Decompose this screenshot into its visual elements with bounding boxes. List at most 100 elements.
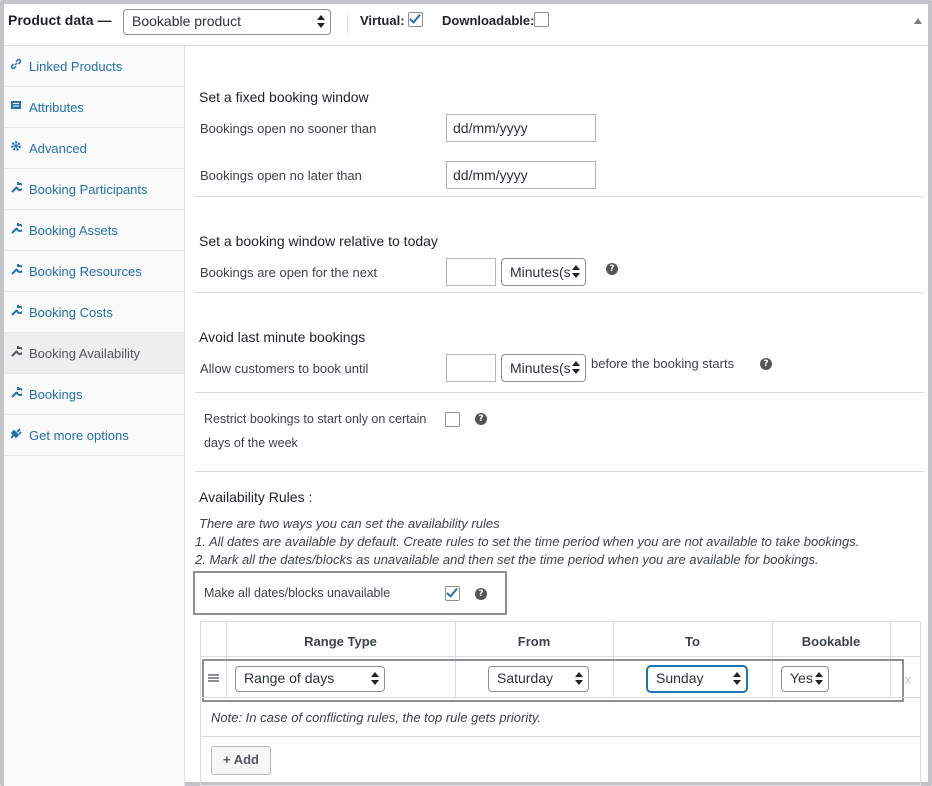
select-arrows-icon bbox=[572, 263, 580, 281]
column-header-from: From bbox=[517, 634, 551, 649]
select-arrows-icon bbox=[371, 670, 379, 688]
from-day-select[interactable]: Saturday bbox=[488, 666, 589, 692]
last-minute-unit-select[interactable]: Minutes(s bbox=[501, 354, 586, 382]
checkmark-icon bbox=[446, 585, 458, 598]
restrict-days-checkbox[interactable] bbox=[445, 412, 460, 427]
range-type-value: Range of days bbox=[244, 670, 335, 686]
wrench-icon bbox=[10, 263, 24, 275]
wrench-icon bbox=[10, 304, 24, 316]
to-day-value: Sunday bbox=[656, 670, 704, 686]
last-minute-value-input[interactable] bbox=[446, 354, 496, 382]
sidebar-item-booking-resources[interactable]: Booking Resources bbox=[4, 251, 184, 292]
restrict-days-label-line1: Restrict bookings to start only on certa… bbox=[204, 412, 427, 426]
no-sooner-placeholder: dd/mm/yyyy bbox=[453, 120, 528, 136]
downloadable-checkbox[interactable] bbox=[534, 12, 549, 27]
virtual-checkbox[interactable] bbox=[408, 11, 423, 27]
sidebar-item-linked-products[interactable]: Linked Products bbox=[4, 46, 184, 87]
relative-window-unit: Minutes(s bbox=[510, 264, 571, 280]
collapse-arrow-icon[interactable] bbox=[914, 18, 922, 24]
sidebar-item-label: Linked Products bbox=[29, 59, 123, 74]
sidebar-item-label: Bookings bbox=[29, 387, 83, 402]
no-later-date-input[interactable]: dd/mm/yyyy bbox=[446, 161, 596, 189]
from-day-value: Saturday bbox=[497, 670, 554, 686]
list-icon bbox=[10, 99, 22, 111]
table-header-divider bbox=[200, 656, 921, 657]
sidebar-item-advanced[interactable]: Advanced bbox=[4, 128, 184, 169]
product-type-select[interactable]: Bookable product bbox=[123, 9, 331, 35]
product-data-tabs: Linked Products Attributes Advanced Book… bbox=[4, 46, 185, 786]
availability-rule-1: 1. All dates are available by default. C… bbox=[195, 534, 860, 549]
sidebar-item-label: Booking Availability bbox=[29, 346, 141, 361]
last-minute-label: Allow customers to book until bbox=[200, 361, 369, 376]
product-type-value: Bookable product bbox=[132, 13, 241, 29]
help-icon[interactable]: ? bbox=[475, 588, 487, 600]
wrench-icon bbox=[10, 345, 24, 357]
gear-icon bbox=[10, 140, 22, 152]
section-divider bbox=[195, 392, 924, 393]
row-divider bbox=[200, 697, 921, 698]
no-later-placeholder: dd/mm/yyyy bbox=[453, 167, 528, 183]
range-type-select[interactable]: Range of days bbox=[235, 666, 385, 692]
checkmark-icon bbox=[409, 11, 421, 24]
select-arrows-icon bbox=[317, 13, 325, 31]
booking-availability-panel: Set a fixed booking window Bookings open… bbox=[185, 46, 928, 786]
sidebar-item-label: Get more options bbox=[29, 428, 129, 443]
availability-rules-title: Availability Rules : bbox=[199, 489, 313, 505]
section-divider bbox=[195, 471, 924, 472]
column-header-to: To bbox=[685, 634, 700, 649]
downloadable-label: Downloadable: bbox=[442, 13, 535, 28]
select-arrows-icon bbox=[575, 670, 583, 688]
restrict-days-label-line2: days of the week bbox=[204, 436, 298, 450]
sidebar-item-booking-costs[interactable]: Booking Costs bbox=[4, 292, 184, 333]
sidebar-item-attributes[interactable]: Attributes bbox=[4, 87, 184, 128]
section-divider bbox=[195, 292, 924, 293]
help-icon[interactable]: ? bbox=[475, 413, 487, 425]
bookable-select[interactable]: Yes bbox=[781, 666, 829, 692]
sidebar-item-label: Attributes bbox=[29, 100, 84, 115]
no-sooner-label: Bookings open no sooner than bbox=[200, 121, 377, 136]
relative-window-value-input[interactable] bbox=[446, 258, 496, 286]
add-rule-button[interactable]: + Add bbox=[211, 746, 271, 775]
fixed-window-title: Set a fixed booking window bbox=[199, 89, 369, 105]
section-divider bbox=[195, 196, 924, 197]
make-unavailable-label: Make all dates/blocks unavailable bbox=[204, 586, 391, 600]
no-sooner-date-input[interactable]: dd/mm/yyyy bbox=[446, 114, 596, 142]
remove-row-button[interactable]: x bbox=[905, 672, 912, 687]
header-divider bbox=[347, 15, 348, 33]
conflict-note: Note: In case of conflicting rules, the … bbox=[211, 710, 541, 725]
sidebar-item-booking-participants[interactable]: Booking Participants bbox=[4, 169, 184, 210]
wrench-icon bbox=[10, 222, 24, 234]
virtual-label: Virtual: bbox=[360, 13, 405, 28]
sidebar-item-booking-assets[interactable]: Booking Assets bbox=[4, 210, 184, 251]
sidebar-item-label: Booking Costs bbox=[29, 305, 113, 320]
product-data-panel: Product data — Bookable product Virtual:… bbox=[0, 0, 932, 786]
last-minute-unit: Minutes(s bbox=[510, 360, 571, 376]
availability-intro: There are two ways you can set the avail… bbox=[199, 516, 500, 531]
sidebar-item-label: Booking Resources bbox=[29, 264, 142, 279]
sidebar-item-label: Advanced bbox=[29, 141, 87, 156]
column-header-bookable: Bookable bbox=[801, 634, 861, 649]
sidebar-item-label: Booking Participants bbox=[29, 182, 148, 197]
sidebar-item-booking-availability[interactable]: Booking Availability bbox=[4, 333, 184, 374]
footer-divider bbox=[200, 736, 921, 737]
relative-window-unit-select[interactable]: Minutes(s bbox=[501, 258, 586, 286]
last-minute-suffix: before the booking starts bbox=[591, 356, 735, 371]
plugin-icon bbox=[10, 427, 22, 439]
select-arrows-icon bbox=[815, 670, 823, 688]
select-arrows-icon bbox=[733, 670, 741, 688]
availability-rule-2: 2. Mark all the dates/blocks as unavaila… bbox=[195, 552, 819, 567]
link-icon bbox=[10, 58, 22, 70]
product-data-header: Product data — Bookable product Virtual:… bbox=[4, 4, 928, 46]
bookable-value: Yes bbox=[790, 670, 813, 686]
drag-handle-icon[interactable] bbox=[208, 674, 219, 682]
help-icon[interactable]: ? bbox=[606, 263, 618, 275]
relative-window-title: Set a booking window relative to today bbox=[199, 233, 438, 249]
help-icon[interactable]: ? bbox=[760, 358, 772, 370]
sidebar-item-get-more-options[interactable]: Get more options bbox=[4, 415, 184, 456]
select-arrows-icon bbox=[572, 359, 580, 377]
make-unavailable-checkbox[interactable] bbox=[445, 585, 460, 601]
sidebar-item-label: Booking Assets bbox=[29, 223, 118, 238]
to-day-select[interactable]: Sunday bbox=[647, 666, 747, 692]
column-header-range-type: Range Type bbox=[304, 634, 377, 649]
sidebar-item-bookings[interactable]: Bookings bbox=[4, 374, 184, 415]
